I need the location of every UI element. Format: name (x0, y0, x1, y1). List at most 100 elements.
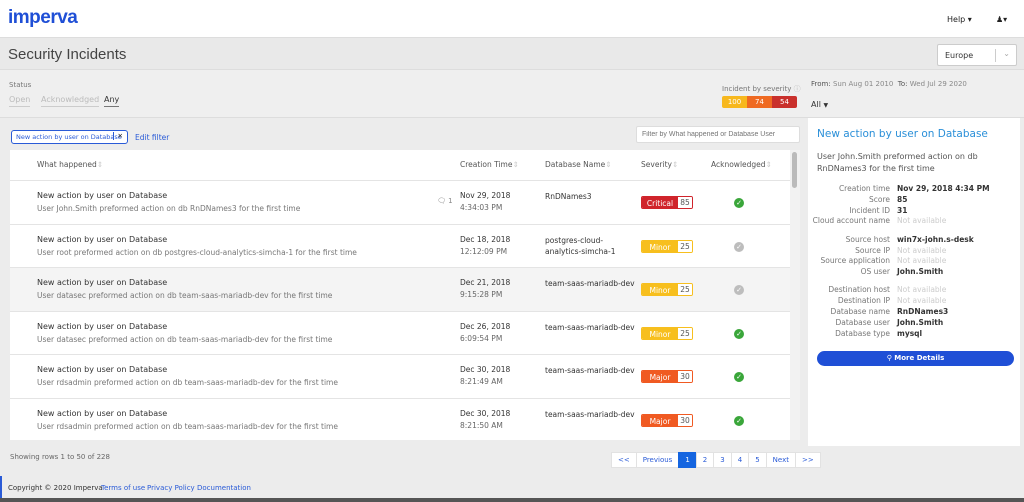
detail-value: Not available (897, 216, 947, 226)
check-circle-gray-icon[interactable]: ✓ (734, 241, 744, 252)
table-row[interactable]: New action by user on Database User rdsa… (10, 354, 790, 398)
date-range: From: Sun Aug 01 2010 To: Wed Jul 29 202… (811, 80, 967, 88)
page-button[interactable]: 3 (713, 452, 732, 468)
severity-badge: Major 30 (641, 370, 693, 383)
documentation-link[interactable]: Documentation (197, 484, 251, 492)
severity-level: Critical (642, 197, 678, 208)
table-row[interactable]: New action by user on Database User data… (10, 267, 790, 311)
severity-count-critical[interactable]: 54 (772, 96, 797, 108)
creation-date: Nov 29, 2018 (460, 191, 511, 200)
table-row[interactable]: New action by user on Database User John… (10, 180, 790, 224)
severity-level: Minor (642, 284, 678, 295)
severity-badge: Critical 85 (641, 196, 693, 209)
page-title: Security Incidents (8, 46, 127, 63)
table-scrollbar[interactable] (790, 150, 800, 440)
details-title: New action by user on Database (817, 128, 988, 140)
close-icon[interactable]: ✕ (112, 132, 123, 140)
page-button[interactable]: 5 (748, 452, 767, 468)
creation-date: Dec 26, 2018 (460, 321, 511, 331)
detail-value: Not available (897, 296, 947, 306)
region-value: Europe (945, 51, 974, 60)
chevron-down-icon: ⌄ (1003, 49, 1010, 58)
severity-level: Major (642, 371, 678, 382)
detail-label: Incident ID (849, 205, 890, 215)
database-name: team-saas-mariadb-dev (545, 279, 635, 288)
page-button[interactable]: 1 (678, 452, 697, 468)
detail-label: Source host (845, 234, 890, 244)
range-select[interactable]: All ▼ (811, 100, 828, 109)
page-button[interactable]: 2 (695, 452, 715, 468)
severity-level: Minor (642, 327, 678, 339)
filter-chip[interactable]: New action by user on Database ✕ (11, 130, 128, 144)
check-circle-gray-icon[interactable]: ✓ (734, 285, 744, 295)
detail-value: 85 (897, 194, 908, 204)
details-description: User John.Smith preformed action on db R… (817, 152, 978, 173)
detail-label: Cloud account name (812, 216, 890, 226)
detail-label: Source IP (855, 245, 890, 255)
imperva-logo[interactable]: imperva (8, 7, 78, 29)
user-menu[interactable]: ♟▾ (996, 15, 1007, 24)
rows-info: Showing rows 1 to 50 of 228 (10, 453, 110, 461)
tab-open[interactable]: Open (9, 95, 31, 107)
copyright: Copyright © 2020 Imperva (8, 484, 103, 492)
severity-score: 25 (678, 240, 692, 252)
footer: Copyright © 2020 Imperva Terms of use Pr… (0, 476, 1024, 498)
severity-score: 30 (678, 414, 692, 426)
search-icon: ⚲ (886, 354, 892, 362)
table-row[interactable]: New action by user on Database User rdsa… (10, 397, 790, 440)
severity-badge: Minor 25 (641, 326, 693, 340)
creation-time: 9:15:28 PM (460, 290, 503, 299)
tab-acknowledged[interactable]: Acknowledged (41, 95, 100, 107)
page-button[interactable]: 4 (730, 452, 750, 468)
incident-description: User datasec preformed action on db team… (37, 334, 333, 344)
page-button[interactable]: Previous (635, 452, 680, 468)
column-what-happened[interactable]: What happened⇕ (37, 160, 103, 169)
detail-value: RnDNames3 (897, 307, 949, 316)
creation-time: 6:09:54 PM (460, 333, 503, 343)
severity-count-minor[interactable]: 100 (722, 96, 747, 108)
column-database-name[interactable]: Database Name⇕ (545, 160, 612, 169)
check-circle-icon[interactable]: ✓ (734, 198, 744, 208)
help-icon: ⓘ (793, 85, 801, 93)
column-acknowledged[interactable]: Acknowledged⇕ (711, 160, 772, 169)
detail-value: Not available (897, 245, 947, 255)
table-row[interactable]: New action by user on Database User data… (10, 310, 790, 355)
bottom-border (0, 498, 1024, 502)
incident-description: User root preformed action on db postgre… (37, 247, 357, 257)
search-input[interactable] (636, 126, 800, 143)
table-row[interactable]: New action by user on Database User root… (10, 223, 790, 268)
check-circle-icon[interactable]: ✓ (734, 372, 744, 382)
incident-title: New action by user on Database (37, 278, 168, 287)
scrollbar-thumb[interactable] (792, 152, 797, 188)
region-select[interactable]: Europe ⌄ (937, 44, 1017, 66)
page-button[interactable]: << (611, 452, 637, 468)
help-menu[interactable]: Help ▾ (947, 15, 972, 24)
incident-title: New action by user on Database (37, 408, 168, 418)
comment-icon[interactable]: 🗨︎ 1 (437, 197, 453, 205)
detail-label: Database user (835, 317, 890, 327)
tab-any[interactable]: Any (104, 95, 120, 107)
edit-filter-link[interactable]: Edit filter (135, 133, 169, 142)
page-button[interactable]: >> (794, 452, 821, 468)
terms-link[interactable]: Terms of use (101, 484, 145, 492)
privacy-link[interactable]: Privacy Policy (147, 484, 195, 492)
check-circle-icon[interactable]: ✓ (734, 415, 744, 426)
detail-value: win7x-john.s-desk (897, 234, 974, 244)
check-circle-icon[interactable]: ✓ (734, 328, 744, 339)
column-creation-time[interactable]: Creation Time⇕ (460, 160, 519, 169)
incident-description: User datasec preformed action on db team… (37, 291, 333, 300)
page-button[interactable]: Next (765, 452, 796, 468)
more-details-button[interactable]: ⚲ More Details (817, 351, 1014, 366)
column-severity[interactable]: Severity⇕ (641, 160, 678, 169)
pagination: << Previous 1 2 3 4 5 Next >> (611, 452, 821, 468)
incident-title: New action by user on Database (37, 234, 168, 244)
detail-label: Destination host (828, 285, 890, 295)
detail-label: Creation time (838, 184, 890, 193)
detail-value: Nov 29, 2018 4:34 PM (897, 184, 990, 193)
severity-score: 30 (678, 371, 692, 382)
severity-count-major[interactable]: 74 (747, 96, 772, 108)
severity-label: Incident by severity ⓘ (722, 85, 801, 93)
incident-description: User rdsadmin preformed action on db tea… (37, 421, 338, 431)
database-name: team-saas-mariadb-dev (545, 366, 635, 375)
creation-date: Dec 30, 2018 (460, 408, 511, 418)
